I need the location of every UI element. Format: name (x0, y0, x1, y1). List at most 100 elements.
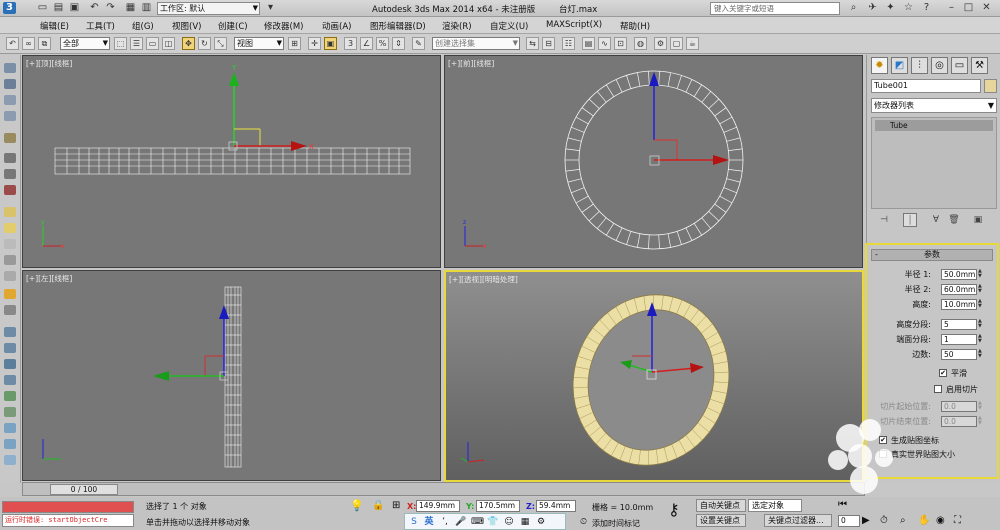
strip-tool-icon[interactable] (4, 305, 16, 315)
keyboard-icon[interactable]: ⌨ (471, 516, 484, 528)
show-end-result-icon[interactable]: ⏐ (903, 213, 917, 227)
select-scale-icon[interactable]: ⤡ (214, 37, 227, 50)
pin-stack-icon[interactable]: ⊣ (877, 213, 891, 227)
settings-icon[interactable]: ⚙ (535, 516, 547, 528)
lightbulb-icon[interactable]: 💡 (350, 499, 364, 512)
menu-help[interactable]: 帮助(H) (620, 20, 650, 32)
strip-tool-icon[interactable] (4, 407, 16, 417)
unlink-icon[interactable]: ⧉ (38, 37, 51, 50)
slice-on-checkbox[interactable] (934, 385, 942, 393)
strip-tool-icon[interactable] (4, 153, 16, 163)
fetch-icon[interactable]: ▥ (140, 2, 153, 14)
sides-input[interactable]: 50 (941, 349, 977, 360)
spinner-arrows-icon[interactable]: ▲ ▼ (978, 349, 984, 360)
named-selection-dropdown[interactable]: 创建选择集 ▼ (432, 37, 520, 50)
radius2-input[interactable]: 60.0mm (941, 284, 977, 295)
y-coord-input[interactable]: 170.5mm (476, 500, 520, 512)
strip-tool-icon[interactable] (4, 289, 16, 299)
new-file-icon[interactable]: ▭ (36, 2, 49, 14)
set-key-button[interactable]: 设置关键点 (696, 514, 746, 527)
select-by-name-icon[interactable]: ☰ (130, 37, 143, 50)
maximize-icon[interactable]: □ (962, 2, 975, 14)
strip-tool-icon[interactable] (4, 391, 16, 401)
help-icon[interactable]: ? (920, 2, 933, 14)
modifier-stack[interactable]: Tube (871, 117, 997, 209)
menu-views[interactable]: 视图(V) (172, 20, 201, 32)
menu-animation[interactable]: 动画(A) (322, 20, 351, 32)
rollout-header[interactable]: - 参数 (871, 249, 993, 261)
favorites-icon[interactable]: ☆ (902, 2, 915, 14)
toolbox-icon[interactable]: ▦ (519, 516, 531, 528)
time-slider[interactable]: 0 / 100 (22, 482, 865, 496)
percent-snap-icon[interactable]: % (376, 37, 389, 50)
spinner-snap-icon[interactable]: ⇕ (392, 37, 405, 50)
selection-filter-dropdown[interactable]: 全部 ▼ (60, 37, 110, 50)
viewport-left[interactable]: [+][左][线框] (22, 270, 441, 481)
spinner-arrows-icon[interactable]: ▲ ▼ (978, 334, 984, 345)
menu-customize[interactable]: 自定义(U) (490, 20, 528, 32)
object-name-field[interactable]: Tube001 (871, 79, 981, 93)
select-move-icon[interactable]: ✥ (182, 37, 195, 50)
mirror-icon[interactable]: ⇆ (526, 37, 539, 50)
skin-icon[interactable]: 👕 (487, 516, 499, 528)
rendered-frame-icon[interactable]: ▢ (670, 37, 683, 50)
spinner-arrows-icon[interactable]: ▲ ▼ (978, 299, 984, 310)
strip-tool-icon[interactable] (4, 423, 16, 433)
tab-create[interactable]: ✹ (871, 57, 888, 74)
menu-rendering[interactable]: 渲染(R) (442, 20, 472, 32)
strip-tool-icon[interactable] (4, 455, 16, 465)
make-unique-icon[interactable]: ∀ (929, 213, 943, 227)
layer-manager-icon[interactable]: ☷ (562, 37, 575, 50)
object-color-swatch[interactable] (984, 79, 997, 93)
align-icon[interactable]: ⊟ (542, 37, 555, 50)
strip-tool-icon[interactable] (4, 79, 16, 89)
rect-region-icon[interactable]: ▭ (146, 37, 159, 50)
strip-tool-icon[interactable] (4, 169, 16, 179)
menu-maxscript[interactable]: MAXScript(X) (546, 20, 602, 30)
spinner-arrows-icon[interactable]: ▲ ▼ (978, 284, 984, 295)
workspace-dropdown[interactable]: 工作区: 默认 ▼ (157, 2, 260, 15)
strip-tool-icon[interactable] (4, 185, 16, 195)
tab-motion[interactable]: ◎ (931, 57, 948, 74)
strip-tool-icon[interactable] (4, 255, 16, 265)
height-segments-input[interactable]: 5 (941, 319, 977, 330)
height-input[interactable]: 10.0mm (941, 299, 977, 310)
menu-modifiers[interactable]: 修改器(M) (264, 20, 303, 32)
z-coord-input[interactable]: 59.4mm (536, 500, 576, 512)
material-editor-icon[interactable]: ◍ (634, 37, 647, 50)
strip-tool-icon[interactable] (4, 95, 16, 105)
radius1-input[interactable]: 50.0mm (941, 269, 977, 280)
render-icon[interactable]: ☕ (686, 37, 699, 50)
strip-tool-icon[interactable] (4, 439, 16, 449)
hold-icon[interactable]: ▦ (124, 2, 137, 14)
strip-tool-icon[interactable] (4, 63, 16, 73)
add-time-tag[interactable]: 添加时间标记 (592, 518, 640, 529)
angle-snap-icon[interactable]: ∠ (360, 37, 373, 50)
select-manipulate-icon[interactable]: ✛ (308, 37, 321, 50)
subscription-icon[interactable]: ✈ (866, 2, 879, 14)
viewport-top[interactable]: [+][顶][线框] Y X x y (22, 55, 441, 268)
maxscript-listener-mini[interactable] (2, 501, 134, 513)
snap-toggle-icon[interactable]: 3 (344, 37, 357, 50)
tab-utilities[interactable]: ⚒ (971, 57, 988, 74)
viewport-front[interactable]: [+][前][线框] x z (444, 55, 863, 268)
menu-group[interactable]: 组(G) (132, 20, 154, 32)
voice-icon[interactable]: 🎤 (455, 516, 467, 528)
key-icon[interactable]: ⚷ (668, 500, 680, 519)
render-setup-icon[interactable]: ⚙ (654, 37, 667, 50)
strip-tool-icon[interactable] (4, 239, 16, 249)
menu-edit[interactable]: 编辑(E) (40, 20, 69, 32)
auto-key-button[interactable]: 自动关键点 (696, 499, 746, 512)
ime-lang-toggle[interactable]: 英 (423, 516, 435, 528)
lock-selection-icon[interactable]: 🔒 (372, 500, 384, 511)
punctuation-icon[interactable]: ʼ, (439, 516, 451, 528)
strip-tool-icon[interactable] (4, 327, 16, 337)
spinner-arrows-icon[interactable]: ▲ ▼ (978, 319, 984, 330)
time-tag-icon[interactable]: ⏲ (580, 517, 587, 527)
stack-item-tube[interactable]: Tube (875, 120, 993, 131)
chevron-down-icon[interactable]: ▾ (264, 2, 277, 14)
redo-icon[interactable]: ↷ (104, 2, 117, 14)
open-file-icon[interactable]: ▤ (52, 2, 65, 14)
select-object-icon[interactable]: ⬚ (114, 37, 127, 50)
undo-toolbar-icon[interactable]: ↶ (6, 37, 19, 50)
